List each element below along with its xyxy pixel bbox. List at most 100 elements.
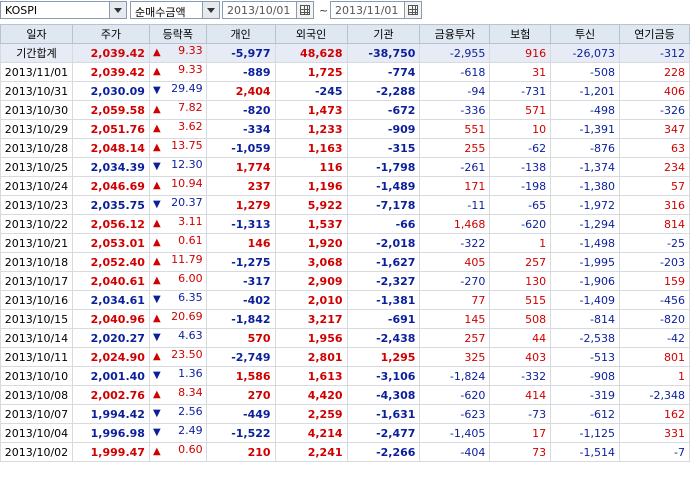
calendar-icon[interactable] [296, 2, 313, 18]
cell-financial-investment: 325 [419, 347, 491, 367]
cell-change-value: 13.75 [171, 139, 203, 153]
cell-price: 1,999.47 [71, 442, 150, 462]
table-row[interactable]: 2013/10/30 2,059.58 ▲ 7.82 -820 1,473 -672 -336… [0, 100, 690, 120]
cell-foreign: 1,196 [274, 176, 348, 196]
cell-date-value: 2013/10/10 [4, 369, 69, 383]
cell-insurance-value: 130 [525, 274, 547, 288]
table-row[interactable]: 2013/10/04 1,996.98 ▼ 2.49 -1,522 4,214 -2,477… [0, 423, 690, 443]
cell-insurance: 73 [489, 442, 552, 462]
table-row[interactable]: 2013/10/10 2,001.40 ▼ 1.36 1,586 1,613 -3,106 -… [0, 366, 690, 386]
cell-pension-value: -820 [660, 312, 685, 326]
cell-financial-investment-value: 77 [471, 293, 486, 307]
table-row[interactable]: 2013/10/15 2,040.96 ▲ 20.69 -1,842 3,217 -691 1… [0, 309, 690, 329]
column-header-insurance[interactable]: 보험 [489, 24, 552, 44]
chevron-down-icon[interactable] [109, 2, 126, 18]
cell-pension-value: -326 [660, 103, 685, 117]
cell-investment-trust: -1,294 [550, 214, 621, 234]
cell-date: 2013/11/01 [0, 62, 73, 82]
cell-date: 2013/10/23 [0, 195, 73, 215]
column-header-pension[interactable]: 연기금등 [619, 24, 690, 44]
table-row[interactable]: 2013/10/14 2,020.27 ▼ 4.63 570 1,956 -2,438 257… [0, 328, 690, 348]
cell-insurance: 17 [489, 423, 552, 443]
cell-institution: -1,631 [346, 404, 421, 424]
table-row[interactable]: 2013/10/17 2,040.61 ▲ 6.00 -317 2,909 -2,327 -2… [0, 271, 690, 291]
cell-pension: 234 [619, 157, 690, 177]
cell-institution-value: -2,288 [376, 84, 416, 98]
column-header-price[interactable]: 주가 [71, 24, 150, 44]
cell-price-value: 2,053.01 [90, 236, 145, 250]
cell-pension-value: 162 [664, 407, 685, 421]
column-header-individual[interactable]: 개인 [205, 24, 276, 44]
start-date-field[interactable]: 2013/10/01 [222, 1, 314, 19]
column-header-change[interactable]: 등락폭 [148, 24, 207, 44]
column-header-investment-trust[interactable]: 투신 [550, 24, 621, 44]
cell-change-value: 3.62 [178, 120, 203, 134]
table-row[interactable]: 2013/10/18 2,052.40 ▲ 11.79 -1,275 3,068 -1,62… [0, 252, 690, 272]
cell-price: 2,039.42 [71, 43, 150, 63]
cell-individual-value: 1,586 [235, 369, 271, 383]
cell-investment-trust: -319 [550, 385, 621, 405]
table-row[interactable]: 2013/10/11 2,024.90 ▲ 23.50 -2,749 2,801 1,295… [0, 347, 690, 367]
cell-individual: -1,275 [205, 252, 276, 272]
table-row[interactable]: 2013/10/07 1,994.42 ▼ 2.56 -449 2,259 -1,631 -6… [0, 404, 690, 424]
table-row[interactable]: 2013/10/02 1,999.47 ▲ 0.60 210 2,241 -2,266 -40… [0, 442, 690, 462]
cell-individual-value: 1,279 [235, 198, 271, 212]
cell-change: ▲ 9.33 [148, 43, 207, 63]
table-row[interactable]: 2013/10/28 2,048.14 ▲ 13.75 -1,059 1,163 -315 2… [0, 138, 690, 158]
cell-date: 기간합계 [0, 43, 73, 63]
cell-foreign: 2,010 [274, 290, 348, 310]
cell-change: ▼ 2.56 [148, 404, 207, 424]
cell-date-value: 2013/10/30 [4, 103, 69, 117]
cell-individual-value: -5,977 [231, 46, 271, 60]
triangle-down-icon: ▼ [152, 332, 161, 343]
table-row[interactable]: 2013/10/24 2,046.69 ▲ 10.94 237 1,196 -1,489 17… [0, 176, 690, 196]
table-row[interactable]: 2013/10/23 2,035.75 ▼ 20.37 1,279 5,922 -7,178… [0, 195, 690, 215]
cell-foreign: -245 [274, 81, 348, 101]
cell-investment-trust-value: -1,125 [579, 426, 616, 440]
cell-investment-trust-value: -513 [590, 350, 616, 364]
cell-foreign-value: 1,537 [307, 217, 343, 231]
cell-foreign-value: 2,241 [307, 445, 343, 459]
triangle-up-icon: ▲ [152, 351, 161, 362]
column-header-financial-investment[interactable]: 금융투자 [419, 24, 491, 44]
column-header-date[interactable]: 일자 [0, 24, 73, 44]
table-row[interactable]: 2013/10/08 2,002.76 ▲ 8.34 270 4,420 -4,308 -62… [0, 385, 690, 405]
cell-institution-value: -38,750 [368, 46, 416, 60]
triangle-up-icon: ▲ [152, 142, 161, 153]
cell-change-value: 6.00 [178, 272, 203, 286]
end-date-field[interactable]: 2013/11/01 [330, 1, 422, 19]
cell-change: ▼ 2.49 [148, 423, 207, 443]
cell-date-value: 2013/10/21 [4, 236, 69, 250]
cell-pension: 228 [619, 62, 690, 82]
table-row[interactable]: 2013/11/01 2,039.42 ▲ 9.33 -889 1,725 -774 -618… [0, 62, 690, 82]
table-row[interactable]: 2013/10/22 2,056.12 ▲ 3.11 -1,313 1,537 -66 1,4… [0, 214, 690, 234]
summary-row[interactable]: 기간합계 2,039.42 ▲ 9.33 -5,977 48,628 -38,750 -2,9… [0, 43, 690, 63]
table-row[interactable]: 2013/10/31 2,030.09 ▼ 29.49 2,404 -245 -2,288 -… [0, 81, 690, 101]
column-header-foreign[interactable]: 외국인 [274, 24, 348, 44]
cell-individual: -889 [205, 62, 276, 82]
cell-investment-trust: -1,514 [550, 442, 621, 462]
cell-price-value: 2,040.96 [90, 312, 145, 326]
cell-foreign: 3,217 [274, 309, 348, 329]
cell-price: 2,051.76 [71, 119, 150, 139]
cell-pension: -2,348 [619, 385, 690, 405]
calendar-icon[interactable] [404, 2, 421, 18]
cell-date: 2013/10/22 [0, 214, 73, 234]
cell-individual: -1,059 [205, 138, 276, 158]
table-row[interactable]: 2013/10/16 2,034.61 ▼ 6.35 -402 2,010 -1,381 77… [0, 290, 690, 310]
chevron-down-icon[interactable] [202, 2, 219, 18]
table-row[interactable]: 2013/10/29 2,051.76 ▲ 3.62 -334 1,233 -909 551 1… [0, 119, 690, 139]
cell-price: 2,020.27 [71, 328, 150, 348]
cell-price: 2,035.75 [71, 195, 150, 215]
cell-pension: -456 [619, 290, 690, 310]
metric-select[interactable]: 순매수금액 [130, 1, 220, 19]
cell-institution: -1,489 [346, 176, 421, 196]
table-row[interactable]: 2013/10/21 2,053.01 ▲ 0.61 146 1,920 -2,018 -32… [0, 233, 690, 253]
market-select[interactable]: KOSPI [0, 1, 127, 19]
cell-investment-trust: -1,995 [550, 252, 621, 272]
table-row[interactable]: 2013/10/25 2,034.39 ▼ 12.30 1,774 116 -1,798 -2… [0, 157, 690, 177]
cell-price-value: 1,996.98 [90, 426, 145, 440]
cell-pension-value: -312 [660, 46, 685, 60]
column-header-institution[interactable]: 기관 [346, 24, 421, 44]
cell-individual-value: 1,774 [235, 160, 271, 174]
